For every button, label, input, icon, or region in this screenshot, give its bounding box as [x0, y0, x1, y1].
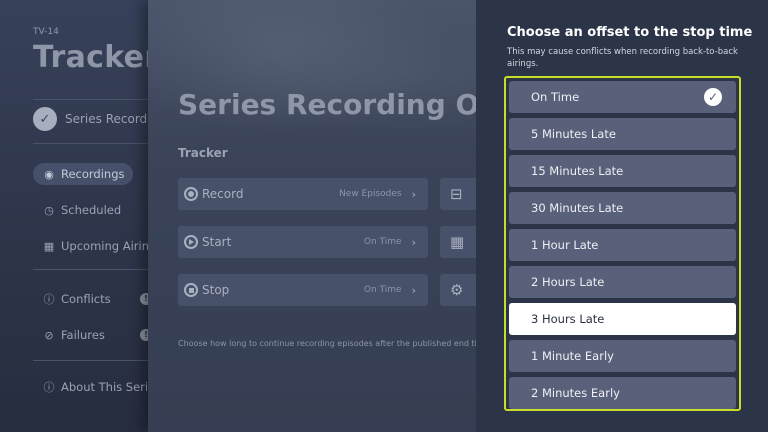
option-label: 1 Minute Early	[531, 349, 614, 363]
nav-scheduled[interactable]: ◷ Scheduled	[33, 199, 129, 221]
prohibited-icon: ⊘	[44, 328, 54, 342]
offset-option[interactable]: 5 Minutes Late	[509, 118, 736, 150]
option-label: 3 Hours Late	[531, 312, 605, 326]
nav-label: Recordings	[61, 167, 125, 181]
check-icon: ✓	[704, 88, 722, 106]
show-title: Tracker	[33, 40, 160, 75]
series-recording-options-panel: Series Recording Opti Tracker Record New…	[148, 0, 476, 432]
option-value: On Time	[363, 237, 402, 247]
rating-label: TV-14	[33, 27, 59, 37]
offset-options-list: On Time ✓ 5 Minutes Late 15 Minutes Late…	[504, 76, 741, 411]
nav-label: Scheduled	[61, 203, 122, 217]
offset-option-focused[interactable]: 3 Hours Late	[509, 303, 736, 335]
option-label: 15 Minutes Late	[531, 164, 624, 178]
nav-recordings[interactable]: ◉ Recordings	[33, 163, 133, 185]
option-record[interactable]: Record New Episodes ›	[178, 178, 428, 210]
record-icon	[184, 187, 198, 201]
offset-option[interactable]: On Time ✓	[509, 81, 736, 113]
stop-offset-picker: Choose an offset to the stop time This m…	[476, 0, 768, 432]
offset-option[interactable]: 1 Hour Late	[509, 229, 736, 261]
record-dot-icon: ◉	[44, 167, 54, 181]
divider	[33, 360, 155, 361]
option-label: Stop	[202, 283, 230, 297]
background-image	[148, 0, 476, 150]
option-value: New Episodes	[339, 189, 402, 199]
nav-label: About This Series	[61, 380, 162, 394]
offset-option[interactable]: 30 Minutes Late	[509, 192, 736, 224]
nav-label: Conflicts	[61, 292, 111, 306]
offset-option[interactable]: 15 Minutes Late	[509, 155, 736, 187]
option-label: 30 Minutes Late	[531, 201, 624, 215]
chevron-right-icon: ›	[411, 283, 416, 297]
series-recording-label: Series Record	[65, 112, 148, 126]
alert-icon: ⓘ	[43, 293, 55, 306]
option-label: Record	[202, 187, 244, 201]
divider	[33, 143, 155, 144]
option-hint: Choose how long to continue recording ep…	[178, 339, 476, 348]
nav-failures[interactable]: ⊘ Failures	[33, 324, 113, 346]
nav-conflicts[interactable]: ⓘ Conflicts	[33, 288, 119, 310]
page-title: Series Recording Opti	[178, 88, 476, 121]
divider	[33, 269, 155, 270]
gear-icon[interactable]: ⚙	[440, 274, 476, 306]
offset-option[interactable]: 2 Minutes Early	[509, 377, 736, 409]
offset-option[interactable]: 1 Minute Early	[509, 340, 736, 372]
offset-option[interactable]: 2 Hours Late	[509, 266, 736, 298]
picker-description: This may cause conflicts when recording …	[507, 47, 738, 69]
divider	[33, 99, 155, 100]
option-label: 5 Minutes Late	[531, 127, 616, 141]
option-label: On Time	[531, 90, 580, 104]
nav-label: Failures	[61, 328, 105, 342]
option-stop[interactable]: Stop On Time ›	[178, 274, 428, 306]
option-label: 1 Hour Late	[531, 238, 599, 252]
series-recording-status[interactable]: ✓ Series Record	[33, 103, 158, 135]
play-icon	[184, 235, 198, 249]
option-value: On Time	[363, 285, 402, 295]
save-icon[interactable]: ⊟	[440, 178, 476, 210]
info-icon: ⓘ	[43, 381, 55, 394]
picker-title: Choose an offset to the stop time	[507, 25, 753, 40]
stop-icon	[184, 283, 198, 297]
check-circle-icon: ✓	[33, 107, 57, 131]
chevron-right-icon: ›	[411, 187, 416, 201]
clock-icon: ◷	[44, 203, 54, 217]
grid-icon[interactable]: ▦	[440, 226, 476, 258]
option-label: 2 Minutes Early	[531, 386, 620, 400]
option-label: Start	[202, 235, 232, 249]
section-subtitle: Tracker	[178, 146, 228, 160]
chevron-right-icon: ›	[411, 235, 416, 249]
option-label: 2 Hours Late	[531, 275, 605, 289]
series-sidebar: TV-14 Tracker ✓ Series Record ◉ Recordin…	[0, 0, 162, 432]
calendar-icon: ▦	[43, 239, 55, 253]
option-start[interactable]: Start On Time ›	[178, 226, 428, 258]
